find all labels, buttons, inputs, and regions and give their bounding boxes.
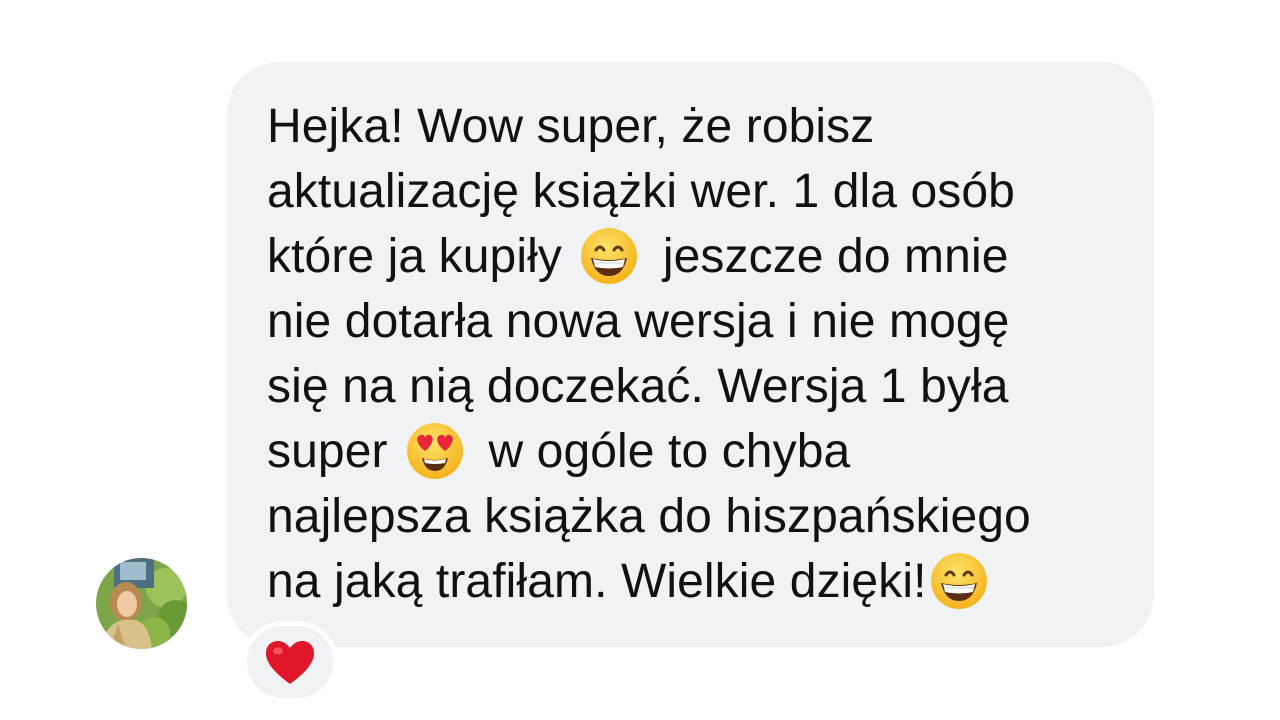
chat-thread: Hejka! Wow super, że robisz aktualizację… — [0, 0, 1280, 720]
grinning-face-icon — [929, 551, 989, 611]
grinning-face-icon — [579, 226, 639, 286]
message-line: nie dotarła nowa wersja i nie mogę — [267, 295, 1010, 348]
message-line: Hejka! Wow super, że robisz — [267, 100, 875, 153]
message-line: super w ogóle to chyba — [267, 419, 1114, 484]
red-heart-icon — [266, 641, 314, 684]
reaction-badge[interactable] — [242, 621, 338, 703]
message-text: Hejka! Wow super, że robisz aktualizację… — [267, 94, 1114, 614]
message-line: które ja kupiły jeszcze do mnie — [267, 224, 1114, 289]
message-line: na jaką trafiłam. Wielkie dzięki! — [267, 549, 1114, 614]
message-bubble[interactable]: Hejka! Wow super, że robisz aktualizację… — [227, 62, 1154, 647]
message-line: aktualizację książki wer. 1 dla osób — [267, 165, 1015, 218]
message-line: się na nią doczekać. Wersja 1 była — [267, 360, 1009, 413]
avatar-photo — [96, 558, 187, 649]
message-line: najlepsza książka do hiszpańskiego — [267, 490, 1031, 543]
heart-eyes-icon — [405, 421, 465, 481]
avatar[interactable] — [96, 558, 187, 649]
